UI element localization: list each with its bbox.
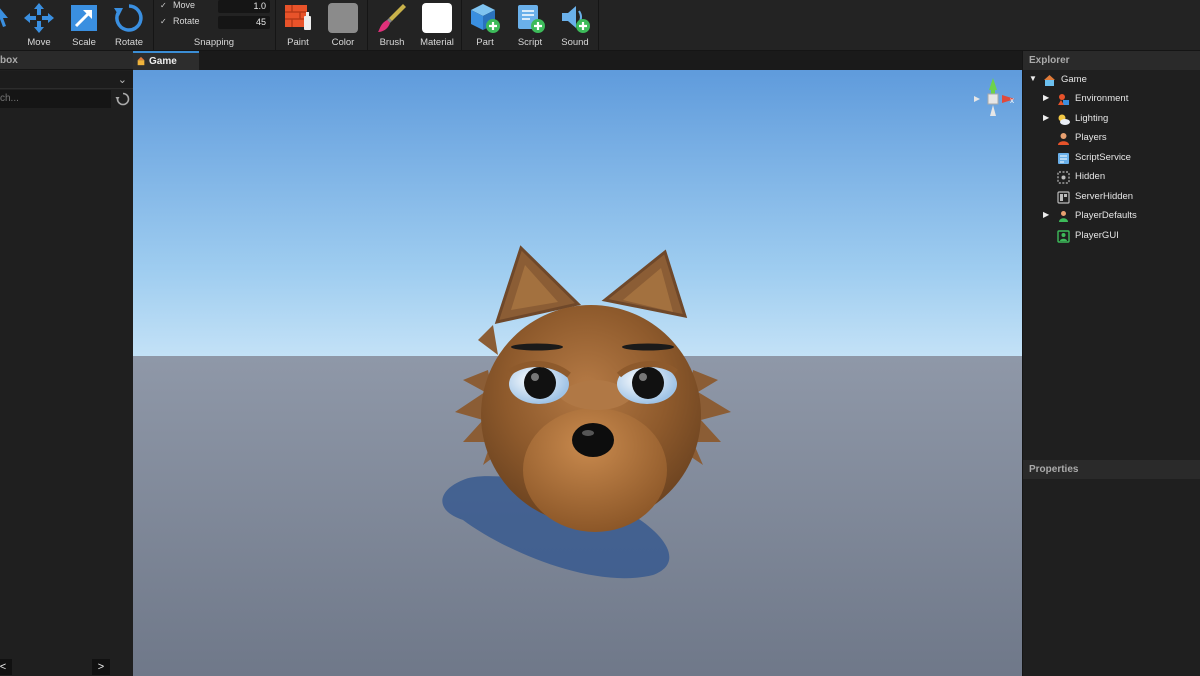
explorer-header: Explorer bbox=[1023, 51, 1200, 70]
expand-arrow-icon[interactable]: ▶ bbox=[1043, 113, 1053, 122]
player-gui-icon bbox=[1057, 230, 1070, 243]
toolbox-next-page-button[interactable]: > bbox=[92, 659, 110, 675]
hidden-icon bbox=[1057, 171, 1070, 184]
toolbox-search-input[interactable] bbox=[0, 90, 111, 108]
game-viewport[interactable]: x bbox=[133, 70, 1022, 676]
lighting-icon bbox=[1058, 114, 1070, 125]
properties-body bbox=[1023, 480, 1200, 676]
tree-item-hidden[interactable]: Hidden bbox=[1043, 169, 1200, 187]
tab-game-label: Game bbox=[149, 56, 177, 67]
sound-tool-button[interactable]: Sound bbox=[553, 0, 597, 51]
color-swatch-icon bbox=[328, 3, 358, 33]
tree-item-label: Hidden bbox=[1075, 171, 1106, 182]
toolbox-category-dropdown[interactable]: ⌄ bbox=[0, 71, 133, 89]
tree-item-scriptservice[interactable]: ScriptService bbox=[1043, 150, 1200, 168]
snap-move-label: Move bbox=[173, 0, 196, 10]
toolbox-prev-page-button[interactable]: < bbox=[0, 659, 12, 675]
tree-item-players[interactable]: Players bbox=[1043, 130, 1200, 148]
game-icon bbox=[1044, 75, 1055, 86]
move-arrows-icon bbox=[24, 3, 54, 33]
snap-rotate-label: Rotate bbox=[173, 16, 200, 26]
snapping-group: ✓ Move 1.0 ✓ Rotate 45 Snapping bbox=[154, 0, 274, 51]
sound-speaker-icon bbox=[562, 6, 590, 33]
properties-title: Properties bbox=[1029, 464, 1079, 475]
snap-move-row: ✓ Move 1.0 bbox=[158, 0, 270, 14]
part-cube-icon bbox=[471, 4, 500, 33]
tree-item-label: ServerHidden bbox=[1075, 191, 1134, 202]
rotate-tool-button[interactable]: Rotate bbox=[107, 0, 151, 51]
expand-arrow-icon[interactable]: ▶ bbox=[1043, 210, 1053, 219]
tree-item-playergui[interactable]: PlayerGUI bbox=[1043, 228, 1200, 246]
select-icon bbox=[0, 8, 8, 27]
checkmark-icon[interactable]: ✓ bbox=[160, 17, 167, 26]
tree-item-playerdefaults[interactable]: ▶ PlayerDefaults bbox=[1043, 208, 1200, 226]
toolbar: ct Move Scale Rotate bbox=[0, 0, 1200, 51]
snap-rotate-row: ✓ Rotate 45 bbox=[158, 16, 270, 30]
expand-arrow-icon[interactable]: ▶ bbox=[1043, 93, 1053, 102]
checkmark-icon[interactable]: ✓ bbox=[160, 1, 167, 10]
tree-item-label: Lighting bbox=[1075, 113, 1109, 124]
snap-move-input[interactable]: 1.0 bbox=[218, 0, 270, 13]
color-tool-button[interactable]: Color bbox=[321, 0, 365, 51]
tree-item-label: ScriptService bbox=[1075, 152, 1131, 163]
tree-item-label: Environment bbox=[1075, 93, 1129, 104]
players-icon bbox=[1058, 133, 1069, 145]
right-panel: Explorer ▼ Game ▶ Environment ▶ Lighting… bbox=[1022, 51, 1200, 676]
environment-icon bbox=[1058, 94, 1069, 105]
tree-item-label: PlayerDefaults bbox=[1075, 210, 1137, 221]
chevron-down-icon: ⌄ bbox=[117, 74, 127, 86]
expand-arrow-icon[interactable]: ▼ bbox=[1029, 74, 1039, 83]
script-scroll-icon bbox=[518, 5, 545, 33]
toolbox-panel: box ⌄ < > bbox=[0, 51, 133, 676]
snap-rotate-input[interactable]: 45 bbox=[218, 16, 270, 29]
brush-icon bbox=[378, 4, 406, 32]
tree-item-lighting[interactable]: ▶ Lighting bbox=[1043, 111, 1200, 129]
properties-header: Properties bbox=[1023, 460, 1200, 479]
toolbox-header: box bbox=[0, 51, 133, 70]
player-defaults-icon bbox=[1059, 211, 1068, 222]
tree-item-serverhidden[interactable]: ServerHidden bbox=[1043, 189, 1200, 207]
toolbar-divider bbox=[598, 0, 599, 51]
viewport-scene[interactable]: x bbox=[133, 70, 1022, 676]
toolbox-title: box bbox=[0, 55, 18, 66]
game-icon bbox=[137, 56, 145, 66]
refresh-icon[interactable] bbox=[115, 91, 131, 107]
material-swatch-icon bbox=[422, 3, 452, 33]
explorer-title: Explorer bbox=[1029, 55, 1070, 66]
tree-item-label: Players bbox=[1075, 132, 1107, 143]
script-service-icon bbox=[1058, 153, 1069, 164]
rotate-tool-label: Rotate bbox=[115, 37, 143, 48]
tab-game[interactable]: Game bbox=[133, 51, 199, 70]
rotate-icon bbox=[114, 4, 143, 32]
document-tab-bar: Game bbox=[133, 51, 1022, 70]
tree-item-label: PlayerGUI bbox=[1075, 230, 1119, 241]
tree-item-game[interactable]: ▼ Game bbox=[1029, 72, 1199, 90]
tree-item-environment[interactable]: ▶ Environment bbox=[1043, 91, 1200, 109]
scale-icon bbox=[71, 5, 97, 31]
svg-text:x: x bbox=[1010, 96, 1014, 105]
tree-item-label: Game bbox=[1061, 74, 1087, 85]
server-hidden-icon bbox=[1057, 191, 1070, 204]
snapping-title: Snapping bbox=[193, 37, 235, 48]
paint-bucket-icon bbox=[285, 5, 311, 30]
